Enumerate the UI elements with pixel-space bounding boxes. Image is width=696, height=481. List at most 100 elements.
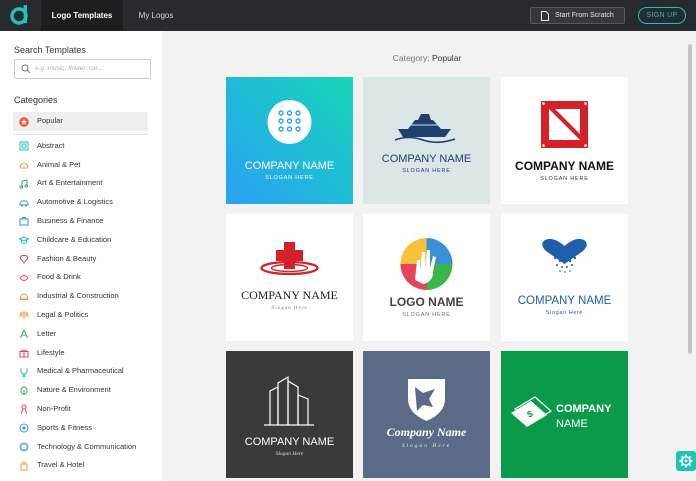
category-label: Art & Entertainment	[37, 178, 103, 188]
search-templates-title: Search Templates	[14, 45, 86, 55]
start-from-scratch-label: Start From Scratch	[555, 12, 614, 19]
template-card-9[interactable]: $ COMPANY NAME	[501, 351, 628, 478]
card-8-artwork: Company Name Slogan Here	[363, 351, 490, 478]
category-item-fashion-beauty[interactable]: Fashion & Beauty	[13, 250, 148, 269]
card-slogan: SLOGAN HERE	[265, 175, 314, 181]
category-label: Lifestyle	[37, 347, 65, 357]
hard-hat-icon	[19, 293, 29, 300]
music-note-icon	[19, 179, 29, 189]
category-label: Childcare & Education	[37, 234, 112, 244]
category-item-lifestyle[interactable]: Lifestyle	[13, 344, 148, 363]
template-card-8[interactable]: Company Name Slogan Here	[363, 351, 490, 478]
category-label: Fashion & Beauty	[37, 253, 97, 263]
tab-logo-templates[interactable]: Logo Templates	[41, 0, 123, 31]
container-square-icon	[541, 101, 588, 148]
category-item-automotive-logistics[interactable]: Automotive & Logistics	[13, 193, 148, 212]
gift-icon	[19, 349, 29, 358]
card-company-name-line2: NAME	[556, 418, 588, 430]
category-item-abstract[interactable]: Abstract	[13, 137, 148, 156]
template-card-2[interactable]: COMPANY NAME SLOGAN HERE	[363, 77, 490, 204]
chip-icon	[19, 442, 29, 452]
ball-icon	[19, 423, 29, 433]
luggage-icon	[20, 461, 28, 471]
category-label: Automotive & Logistics	[37, 197, 113, 207]
template-card-4[interactable]: COMPANY NAME Slogan Here	[226, 214, 353, 341]
template-card-5[interactable]: LOGO NAME SLOGAN HERE	[363, 214, 490, 341]
category-item-industrial-construction[interactable]: Industrial & Construction	[13, 287, 148, 306]
card-company-name: COMPANY NAME	[515, 159, 614, 173]
category-item-non-profit[interactable]: Non-Profit	[13, 400, 148, 419]
template-card-1[interactable]: COMPANY NAME SLOGAN HERE	[226, 77, 353, 204]
category-item-sports-fitness[interactable]: Sports & Fitness	[13, 419, 148, 438]
category-label: Abstract	[37, 140, 65, 150]
category-item-nature-environment[interactable]: Nature & Environment	[13, 381, 148, 400]
tab-my-logos[interactable]: My Logos	[130, 0, 182, 31]
paw-icon	[19, 162, 29, 169]
category-label: Food & Drink	[37, 272, 81, 282]
category-heading: Category: Popular	[162, 53, 692, 63]
card-slogan: Slogan Here	[546, 310, 583, 316]
category-item-travel-hotel[interactable]: Travel & Hotel	[13, 456, 148, 475]
category-prefix: Category:	[392, 53, 430, 63]
document-icon	[541, 11, 549, 21]
card-1-artwork: COMPANY NAME SLOGAN HERE	[226, 77, 353, 204]
briefcase-icon	[19, 217, 29, 226]
category-item-animal-pet[interactable]: Animal & Pet	[13, 156, 148, 175]
category-item-art-entertainment[interactable]: Art & Entertainment	[13, 174, 148, 193]
card-company-name: COMPANY NAME	[382, 153, 471, 165]
car-icon	[19, 200, 29, 207]
top-bar: Logo Templates My Logos Start From Scrat…	[0, 0, 696, 31]
card-company-name: LOGO NAME	[390, 295, 464, 309]
category-item-childcare-education[interactable]: Childcare & Education	[13, 231, 148, 250]
card-slogan: SLOGAN HERE	[402, 168, 451, 174]
categories-title: Categories	[14, 95, 58, 105]
star-icon	[19, 116, 29, 127]
card-slogan: Slogan Here	[276, 451, 304, 457]
ribbon-icon	[20, 404, 28, 415]
food-icon	[19, 274, 29, 281]
category-item-technology-communication[interactable]: Technology & Communication	[13, 438, 148, 457]
card-2-artwork: COMPANY NAME SLOGAN HERE	[363, 77, 490, 204]
category-label: Business & Finance	[37, 215, 104, 225]
category-list: Popular Abstract Animal & Pet Art & Ente…	[13, 112, 148, 475]
category-item-medical-pharmaceutical[interactable]: Medical & Pharmaceutical	[13, 362, 148, 381]
diamond-icon	[19, 255, 29, 264]
card-9-artwork: $ COMPANY NAME	[501, 351, 628, 478]
category-label: Nature & Environment	[37, 385, 111, 395]
settings-button[interactable]	[676, 451, 696, 471]
card-slogan: SLOGAN HERE	[402, 312, 451, 318]
card-company-name: COMPANY NAME	[241, 288, 338, 302]
scrollbar-thumb[interactable]	[688, 44, 692, 354]
start-from-scratch-button[interactable]: Start From Scratch	[530, 7, 625, 24]
hand-circle-icon	[400, 238, 453, 290]
template-card-6[interactable]: COMPANY NAME Slogan Here	[501, 214, 628, 341]
search-icon	[21, 64, 31, 74]
category-label: Technology & Communication	[37, 441, 137, 451]
scales-icon	[19, 311, 29, 320]
category-item-popular[interactable]: Popular	[13, 112, 148, 131]
sign-up-button[interactable]: SIGN UP	[638, 7, 686, 24]
template-card-3[interactable]: COMPANY NAME SLOGAN HERE	[501, 77, 628, 204]
category-item-business-finance[interactable]: Business & Finance	[13, 212, 148, 231]
category-item-legal-politics[interactable]: Legal & Politics	[13, 306, 148, 325]
main-content: Category: Popular COMPANY NAME SLOGAN HE…	[162, 31, 696, 481]
category-label: Travel & Hotel	[37, 460, 85, 470]
graduation-cap-icon	[19, 236, 29, 245]
dots-circle-icon	[267, 100, 312, 144]
sidebar: Search Templates e.g. music, flower, car…	[0, 31, 162, 481]
category-item-food-drink[interactable]: Food & Drink	[13, 268, 148, 287]
template-card-7[interactable]: COMPANY NAME Slogan Here	[226, 351, 353, 478]
card-slogan: SLOGAN HERE	[540, 176, 589, 182]
category-label: Sports & Fitness	[37, 422, 93, 432]
stethoscope-icon	[20, 367, 28, 377]
card-5-artwork: LOGO NAME SLOGAN HERE	[363, 214, 490, 341]
card-slogan: Slogan Here	[271, 305, 307, 311]
category-label: Animal & Pet	[37, 159, 81, 169]
search-input[interactable]: e.g. music, flower, car...	[14, 59, 151, 79]
leaf-icon	[20, 386, 28, 395]
category-item-letter[interactable]: Letter	[13, 325, 148, 344]
card-7-artwork: COMPANY NAME Slogan Here	[226, 351, 353, 478]
app-logo-icon[interactable]	[9, 4, 31, 26]
letter-a-icon	[20, 329, 28, 339]
card-slogan: Slogan Here	[402, 443, 451, 449]
